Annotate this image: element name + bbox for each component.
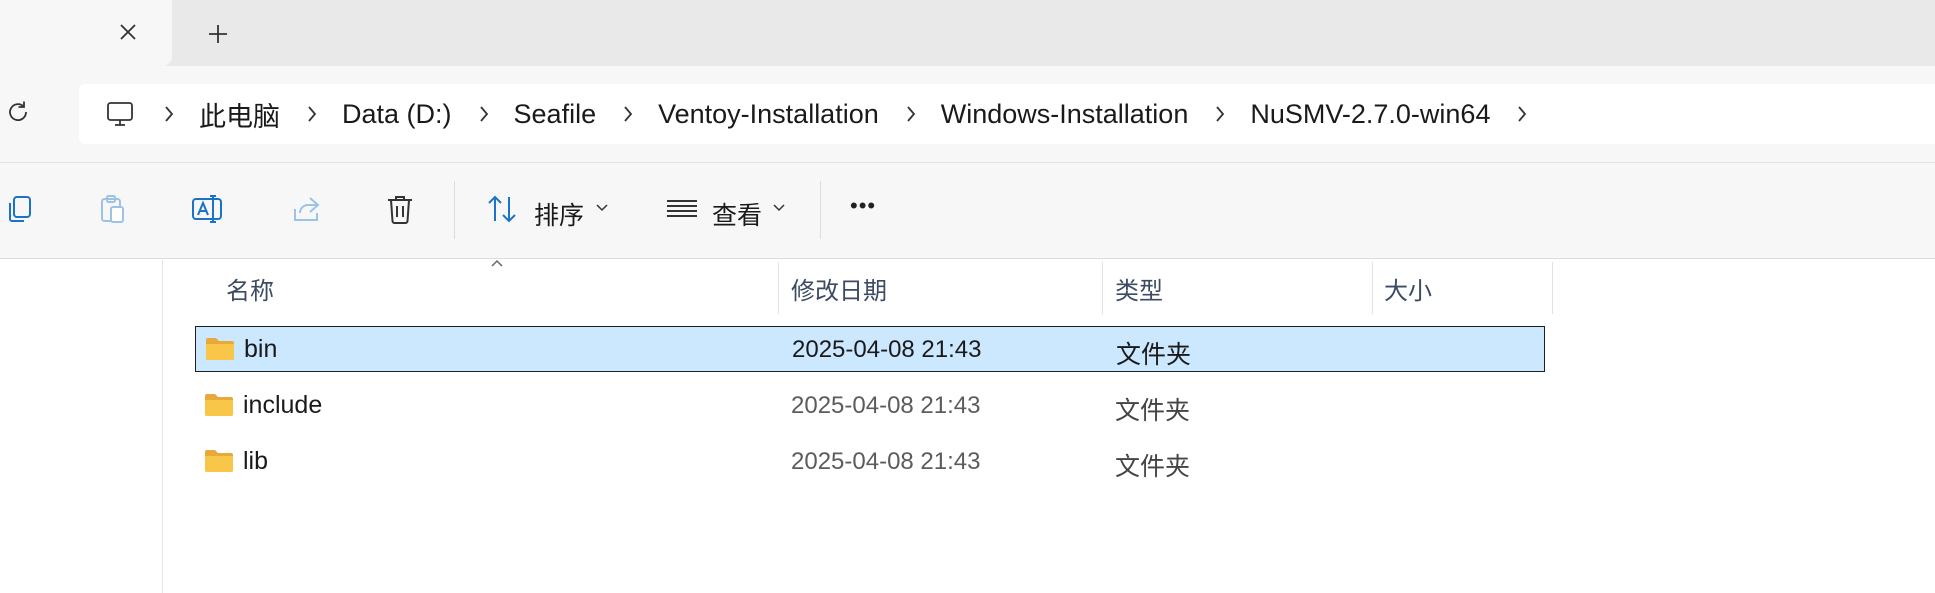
delete-icon[interactable]: [380, 189, 420, 229]
chevron-right-icon[interactable]: [618, 102, 638, 126]
column-header-row: 名称 修改日期 类型 大小: [0, 262, 1935, 314]
column-divider[interactable]: [778, 262, 779, 314]
folder-icon: [206, 338, 234, 360]
file-name: bin: [244, 335, 278, 363]
chevron-right-icon[interactable]: [474, 102, 494, 126]
breadcrumb-item-data-drive[interactable]: Data (D:): [342, 99, 452, 130]
file-row-lib[interactable]: lib 2025-04-08 21:43 文件夹: [195, 439, 1545, 485]
chevron-right-icon[interactable]: [159, 102, 179, 126]
toolbar-divider: [454, 181, 455, 239]
command-bar: 排序 查看 •••: [0, 163, 1935, 259]
chevron-right-icon[interactable]: [1512, 102, 1532, 126]
address-bar: 此电脑 Data (D:) Seafile Ventoy-Installatio…: [0, 66, 1935, 163]
chevron-down-icon[interactable]: [772, 201, 786, 215]
file-name: lib: [243, 447, 269, 475]
file-name: include: [243, 391, 323, 419]
file-modified: 2025-04-08 21:43: [791, 448, 981, 475]
column-header-modified[interactable]: 修改日期: [791, 262, 887, 314]
file-type: 文件夹: [1115, 453, 1191, 481]
column-divider[interactable]: [1372, 262, 1373, 314]
file-modified: 2025-04-08 21:43: [791, 392, 981, 419]
view-button[interactable]: 查看: [712, 196, 762, 232]
file-modified: 2025-04-08 21:43: [792, 336, 982, 363]
rename-icon[interactable]: [188, 189, 228, 229]
plus-icon[interactable]: [202, 18, 234, 50]
breadcrumb-item-seafile[interactable]: Seafile: [514, 99, 597, 130]
breadcrumb-item-this-pc[interactable]: 此电脑: [199, 95, 280, 134]
chevron-down-icon[interactable]: [595, 201, 609, 215]
breadcrumb-item-ventoy-installation[interactable]: Ventoy-Installation: [658, 99, 879, 130]
this-pc-icon[interactable]: [103, 97, 137, 131]
chevron-right-icon[interactable]: [302, 102, 322, 126]
copy-icon[interactable]: [0, 189, 40, 229]
file-row-include[interactable]: include 2025-04-08 21:43 文件夹: [195, 383, 1545, 429]
share-icon[interactable]: [286, 189, 326, 229]
file-type: 文件夹: [1115, 397, 1191, 425]
refresh-icon[interactable]: [2, 96, 34, 128]
chevron-right-icon[interactable]: [901, 102, 921, 126]
more-options-button[interactable]: •••: [850, 193, 876, 219]
column-header-type[interactable]: 类型: [1115, 262, 1163, 314]
toolbar-divider: [820, 181, 821, 239]
sort-icon[interactable]: [482, 189, 522, 229]
active-tab[interactable]: [0, 0, 172, 66]
file-type: 文件夹: [1116, 341, 1192, 369]
chevron-right-icon[interactable]: [1210, 102, 1230, 126]
close-icon[interactable]: [112, 16, 144, 48]
breadcrumb[interactable]: 此电脑 Data (D:) Seafile Ventoy-Installatio…: [79, 84, 1935, 144]
breadcrumb-item-windows-installation[interactable]: Windows-Installation: [941, 99, 1189, 130]
column-header-size[interactable]: 大小: [1384, 262, 1432, 314]
column-divider[interactable]: [1102, 262, 1103, 314]
column-header-name[interactable]: 名称: [226, 262, 274, 314]
view-icon[interactable]: [662, 189, 702, 229]
column-divider[interactable]: [1552, 262, 1553, 314]
paste-icon[interactable]: [92, 189, 132, 229]
file-row-bin[interactable]: bin 2025-04-08 21:43 文件夹: [195, 326, 1545, 372]
folder-icon: [205, 450, 233, 472]
breadcrumb-item-nusmv[interactable]: NuSMV-2.7.0-win64: [1250, 99, 1490, 130]
sort-button[interactable]: 排序: [534, 196, 584, 232]
tab-bar: [0, 0, 1935, 66]
folder-icon: [205, 394, 233, 416]
